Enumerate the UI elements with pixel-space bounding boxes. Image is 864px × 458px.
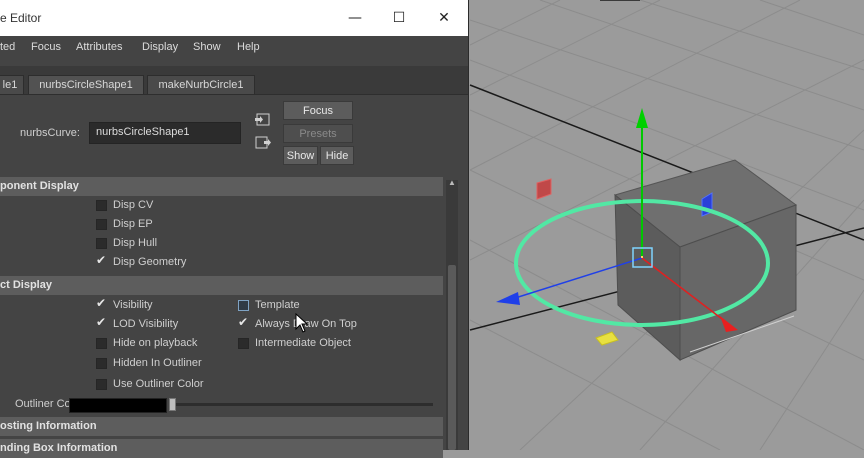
section-title: ct Display xyxy=(0,279,52,291)
node-tabs: le1 nurbsCircleShape1 makeNurbCircle1 xyxy=(0,66,468,95)
section-title: nding Box Information xyxy=(0,442,118,454)
hide-button[interactable]: Hide xyxy=(320,146,354,165)
menu-attributes[interactable]: Attributes xyxy=(76,41,122,53)
y-plane-handle[interactable] xyxy=(595,331,619,346)
slider-handle[interactable] xyxy=(169,398,176,411)
section-title: osting Information xyxy=(0,420,97,432)
tab-transform[interactable]: le1 xyxy=(0,75,24,94)
checkbox-box[interactable] xyxy=(238,300,249,311)
attribute-editor-window: e Editor — ☐ ✕ ted Focus Attributes Disp… xyxy=(0,0,469,458)
checkbox-box[interactable] xyxy=(96,338,107,349)
check-icon[interactable]: ✔ xyxy=(96,315,106,329)
minimize-button[interactable]: — xyxy=(332,4,378,32)
title-bar[interactable]: e Editor — ☐ ✕ xyxy=(0,0,468,36)
menu-selected[interactable]: ted xyxy=(0,41,15,53)
show-button[interactable]: Show xyxy=(283,146,318,165)
node-name-field[interactable]: nurbsCircleShape1 xyxy=(89,122,241,144)
scrollbar-thumb[interactable] xyxy=(448,265,456,450)
presets-button[interactable]: Presets xyxy=(283,124,353,143)
checkbox-box[interactable] xyxy=(96,219,107,230)
checkbox-box[interactable] xyxy=(96,200,107,211)
maximize-button[interactable]: ☐ xyxy=(376,4,422,32)
mouse-cursor-icon xyxy=(295,313,309,333)
checkbox-box[interactable] xyxy=(96,379,107,390)
window-title: e Editor xyxy=(0,11,42,25)
node-type-label: nurbsCurve: xyxy=(20,127,80,139)
menu-show[interactable]: Show xyxy=(193,41,221,53)
section-bounding-box-information[interactable]: nding Box Information xyxy=(0,439,443,458)
tab-nurbs-circle-shape[interactable]: nurbsCircleShape1 xyxy=(28,75,144,94)
copy-tab-icon[interactable] xyxy=(255,136,271,149)
y-axis-arrowhead[interactable] xyxy=(636,108,648,128)
section-title: ponent Display xyxy=(0,180,79,192)
check-icon[interactable]: ✔ xyxy=(238,315,248,329)
checkbox-box[interactable] xyxy=(96,358,107,369)
section-component-display[interactable]: ponent Display xyxy=(0,177,443,196)
outliner-color-slider[interactable] xyxy=(170,403,433,406)
section-object-display[interactable]: ct Display xyxy=(0,276,443,295)
menu-help[interactable]: Help xyxy=(237,41,260,53)
outliner-color-swatch[interactable] xyxy=(69,398,167,413)
load-selected-icon[interactable] xyxy=(255,113,271,126)
tab-make-nurb-circle[interactable]: makeNurbCircle1 xyxy=(147,75,255,94)
z-axis-arrowhead[interactable] xyxy=(496,292,520,305)
menu-focus[interactable]: Focus xyxy=(31,41,61,53)
checkbox-box[interactable] xyxy=(96,238,107,249)
close-button[interactable]: ✕ xyxy=(421,4,467,32)
focus-button[interactable]: Focus xyxy=(283,101,353,120)
checkbox-box[interactable] xyxy=(238,338,249,349)
x-plane-handle[interactable] xyxy=(536,178,552,200)
scroll-up-icon[interactable]: ▲ xyxy=(446,178,458,188)
check-icon[interactable]: ✔ xyxy=(96,253,106,267)
check-icon[interactable]: ✔ xyxy=(96,296,106,310)
section-ghosting-information[interactable]: osting Information xyxy=(0,417,443,436)
menu-display[interactable]: Display xyxy=(142,41,178,53)
menu-bar: ted Focus Attributes Display Show Help xyxy=(0,36,468,60)
